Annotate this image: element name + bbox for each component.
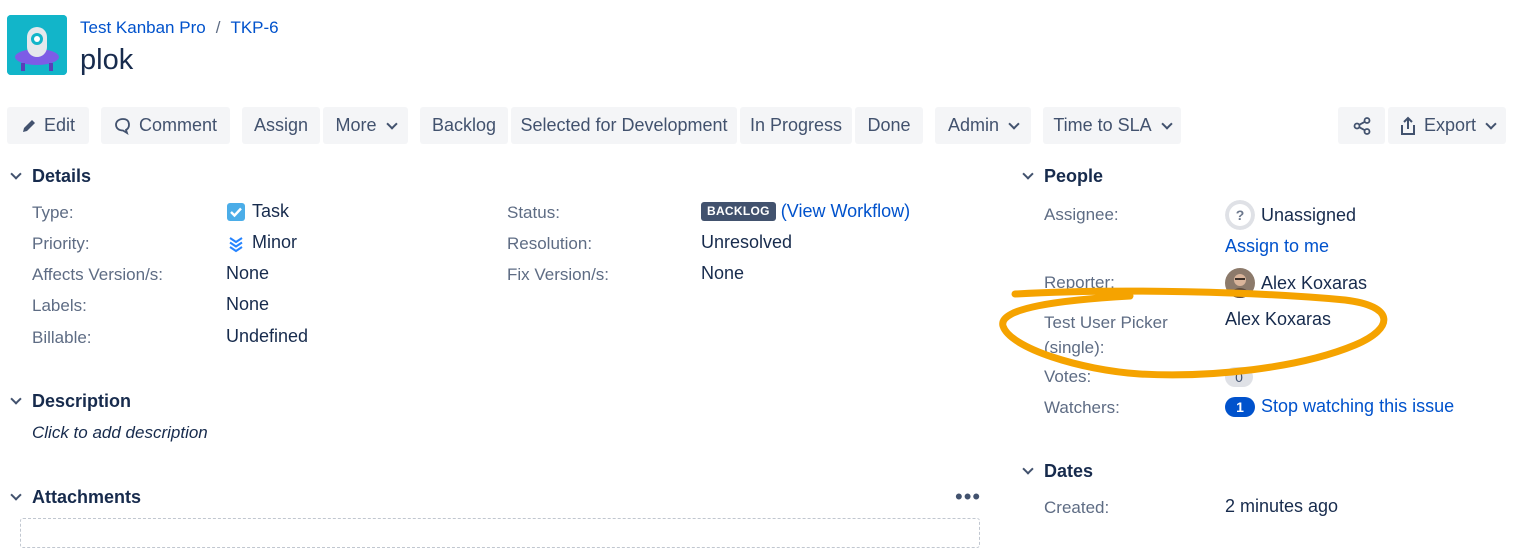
created-value: 2 minutes ago — [1225, 496, 1339, 516]
votes-badge: 0 — [1225, 367, 1253, 387]
reporter-value[interactable]: Alex Koxaras — [1225, 268, 1367, 298]
priority-value-text: Minor — [252, 232, 298, 252]
pencil-icon — [22, 119, 35, 132]
transition-selected-for-development-button[interactable]: Selected for Development — [511, 107, 737, 144]
test-user-picker-label: Test User Picker (single): — [1044, 313, 1168, 357]
priority-value[interactable]: Minor — [226, 232, 297, 253]
watchers-label: Watchers: — [1044, 398, 1120, 417]
dates-heading: Dates — [1044, 461, 1094, 481]
reporter-value-text: Alex Koxaras — [1261, 272, 1368, 293]
chevron-down-icon — [1485, 117, 1497, 130]
stop-watching-link[interactable]: Stop watching this issue — [1261, 396, 1454, 417]
export-icon — [1400, 116, 1415, 135]
created-label: Created: — [1044, 498, 1110, 517]
breadcrumb-issue-key-link[interactable]: TKP-6 — [230, 18, 278, 38]
transition-in-progress-button[interactable]: In Progress — [740, 107, 852, 144]
type-label: Type: — [32, 203, 74, 222]
fix-version-label: Fix Version/s: — [507, 265, 610, 284]
details-section-toggle[interactable]: Details — [8, 166, 91, 187]
assignee-label: Assignee: — [1044, 205, 1119, 224]
chevron-down-icon — [385, 117, 398, 130]
done-label: Done — [867, 115, 911, 135]
status-value: BACKLOG (View Workflow) — [701, 201, 910, 222]
type-value[interactable]: Task — [226, 201, 289, 222]
comment-icon — [115, 117, 130, 135]
share-button[interactable] — [1338, 107, 1385, 144]
backlog-button-label: Backlog — [431, 115, 497, 135]
watchers-count-badge: 1 — [1225, 396, 1255, 417]
assignee-value[interactable]: ? Unassigned — [1225, 200, 1356, 230]
edit-button[interactable]: Edit — [7, 107, 89, 144]
chevron-down-icon — [1161, 117, 1173, 130]
svg-text:?: ? — [1236, 207, 1245, 223]
user-avatar — [1225, 268, 1255, 298]
more-button-label: More — [335, 115, 377, 135]
chevron-down-icon — [1022, 463, 1034, 475]
more-dropdown-button[interactable]: More — [323, 107, 408, 144]
view-workflow-link[interactable]: (View Workflow) — [781, 201, 910, 222]
priority-label: Priority: — [32, 234, 90, 253]
breadcrumb-project-link[interactable]: Test Kanban Pro — [80, 18, 206, 38]
votes-count[interactable]: 0 — [1225, 367, 1253, 387]
billable-value[interactable]: Undefined — [226, 326, 308, 347]
chevron-down-icon — [10, 393, 22, 405]
export-button-label: Export — [1423, 115, 1477, 135]
edit-button-label: Edit — [43, 115, 76, 135]
chevron-down-icon — [1022, 168, 1034, 180]
affects-version-label: Affects Version/s: — [32, 265, 164, 284]
assignee-value-text: Unassigned — [1261, 204, 1357, 225]
billable-label: Billable: — [32, 328, 92, 347]
labels-value[interactable]: None — [226, 294, 269, 315]
people-heading: People — [1044, 166, 1104, 186]
assign-to-me-link[interactable]: Assign to me — [1225, 236, 1329, 257]
affects-version-value[interactable]: None — [226, 263, 269, 284]
share-icon — [1353, 116, 1370, 135]
watchers-value: 1 Stop watching this issue — [1225, 396, 1454, 417]
selected-for-development-label: Selected for Development — [520, 115, 728, 135]
resolution-label: Resolution: — [507, 234, 593, 253]
description-section-toggle[interactable]: Description — [8, 391, 131, 412]
page-title[interactable]: plok — [80, 44, 133, 77]
chevron-down-icon — [10, 168, 22, 180]
fix-version-value[interactable]: None — [701, 263, 744, 284]
reporter-label: Reporter: — [1044, 273, 1115, 292]
task-checkbox-icon — [227, 202, 245, 221]
assign-button[interactable]: Assign — [242, 107, 320, 144]
status-badge: BACKLOG — [701, 202, 776, 221]
admin-button-label: Admin — [947, 115, 1000, 135]
comment-button[interactable]: Comment — [101, 107, 230, 144]
test-user-picker-value[interactable]: Alex Koxaras — [1225, 309, 1331, 330]
attachments-heading: Attachments — [32, 487, 142, 507]
unassigned-avatar-icon: ? — [1225, 200, 1255, 230]
chevron-down-icon — [1008, 117, 1020, 130]
status-label: Status: — [507, 203, 560, 222]
priority-minor-icon — [229, 236, 243, 252]
type-value-text: Task — [252, 201, 290, 221]
attachments-section-toggle[interactable]: Attachments — [8, 487, 141, 508]
project-avatar-icon[interactable] — [7, 15, 67, 75]
details-heading: Details — [32, 166, 92, 186]
in-progress-label: In Progress — [749, 115, 843, 135]
people-section-toggle[interactable]: People — [1020, 166, 1103, 187]
breadcrumb: Test Kanban Pro / TKP-6 — [80, 18, 279, 38]
breadcrumb-separator: / — [215, 18, 221, 37]
description-placeholder[interactable]: Click to add description — [32, 423, 208, 443]
labels-label: Labels: — [32, 296, 87, 315]
attachments-more-icon[interactable]: ••• — [955, 484, 981, 510]
chevron-down-icon — [10, 489, 22, 501]
description-heading: Description — [32, 391, 132, 411]
votes-label: Votes: — [1044, 367, 1092, 386]
attachments-drop-zone[interactable] — [20, 518, 980, 548]
admin-dropdown-button[interactable]: Admin — [935, 107, 1031, 144]
time-to-sla-label: Time to SLA — [1053, 115, 1152, 135]
time-to-sla-dropdown-button[interactable]: Time to SLA — [1043, 107, 1181, 144]
export-dropdown-button[interactable]: Export — [1388, 107, 1506, 144]
dates-section-toggle[interactable]: Dates — [1020, 461, 1093, 482]
resolution-value: Unresolved — [701, 232, 793, 252]
assign-button-label: Assign — [253, 115, 309, 135]
transition-backlog-button[interactable]: Backlog — [420, 107, 508, 144]
transition-done-button[interactable]: Done — [855, 107, 923, 144]
comment-button-label: Comment — [138, 115, 218, 135]
